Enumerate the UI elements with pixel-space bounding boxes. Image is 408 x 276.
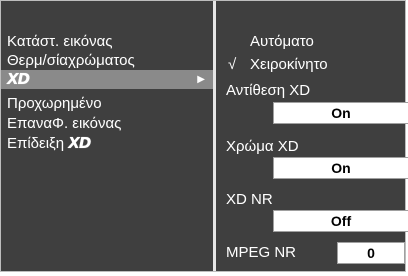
xd-submenu-panel: Αυτόματο √ Χειροκίνητο Αντίθεση XD On Χρώ… (216, 1, 408, 271)
xd-logo: XD (68, 134, 91, 152)
menu-item-label: Προχωρημένο (7, 95, 102, 112)
menu-item-picture-reset[interactable]: ΕπαναΦ. εικόνας (1, 114, 213, 133)
main-menu-panel: Κατάστ. εικόνας Θερμ/σίαχρώματος XD ▶ Πρ… (1, 1, 213, 271)
menu-item-xd-demo[interactable]: Επίδειξη XD (1, 134, 213, 153)
menu-item-label: Κατάστ. εικόνας (7, 33, 113, 50)
color-xd-label: Χρώμα XD (226, 138, 299, 155)
mpeg-nr-label: MPEG NR (226, 244, 297, 261)
menu-item-label: ΕπαναΦ. εικόνας (7, 115, 122, 132)
option-label: Χειροκίνητο (250, 56, 328, 73)
option-auto[interactable]: Αυτόματο (250, 32, 314, 51)
menu-item-picture-mode[interactable]: Κατάστ. εικόνας (1, 32, 213, 51)
tv-osd-menu: Κατάστ. εικόνας Θερμ/σίαχρώματος XD ▶ Πρ… (0, 0, 408, 272)
menu-item-label: Επίδειξη (7, 135, 65, 152)
xd-logo: XD (7, 70, 30, 88)
option-label: Αυτόματο (250, 33, 314, 50)
xd-nr-value[interactable]: Off (273, 210, 408, 232)
submenu-arrow-icon: ▶ (197, 74, 205, 85)
contrast-xd-label: Αντίθεση XD (226, 82, 311, 99)
menu-item-label: Θερμ/σίαχρώματος (7, 52, 135, 69)
menu-item-color-temperature[interactable]: Θερμ/σίαχρώματος (1, 51, 213, 70)
color-xd-value[interactable]: On (273, 157, 408, 179)
mpeg-nr-value[interactable]: 0 (337, 242, 405, 264)
check-mark-icon: √ (228, 56, 237, 73)
contrast-xd-value[interactable]: On (273, 102, 408, 124)
option-manual[interactable]: √ Χειροκίνητο (228, 55, 328, 74)
menu-item-xd[interactable]: XD ▶ (1, 70, 213, 89)
xd-nr-label: XD NR (226, 191, 273, 208)
menu-item-advanced[interactable]: Προχωρημένο (1, 94, 213, 113)
